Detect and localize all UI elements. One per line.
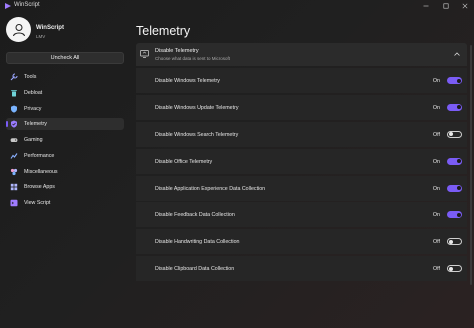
toggle-switch[interactable] xyxy=(447,103,462,111)
setting-row-office-telemetry: Disable Office Telemetry On xyxy=(136,148,467,174)
winscript-window: WinScript WinScript LMV Uncheck All Tool… xyxy=(0,0,474,328)
sidebar-item-telemetry[interactable]: Telemetry xyxy=(6,118,124,131)
maximize-button[interactable] xyxy=(436,0,456,12)
close-button[interactable] xyxy=(455,0,474,12)
puzzle-icon xyxy=(10,168,18,176)
toggle-switch[interactable] xyxy=(447,77,462,84)
sidebar-item-tools[interactable]: Tools xyxy=(6,71,124,83)
minimize-icon xyxy=(423,5,429,7)
trash-icon xyxy=(10,89,18,97)
setting-label: Disable Application Experience Data Coll… xyxy=(155,185,266,192)
section-header[interactable]: Disable Telemetry Choose what data is se… xyxy=(136,43,467,66)
setting-row-windows-telemetry: Disable Windows Telemetry On xyxy=(136,68,467,93)
sidebar-item-label: Miscellaneous xyxy=(24,168,58,175)
wrench-icon xyxy=(10,73,18,81)
setting-row-clipboard-data: Disable Clipboard Data Collection Off xyxy=(136,256,467,282)
setting-row-windows-search-telemetry: Disable Windows Search Telemetry Off xyxy=(136,121,467,147)
toggle-knob xyxy=(456,159,461,164)
settings-list: Disable Windows Telemetry On Disable Win… xyxy=(136,68,467,283)
setting-row-windows-update-telemetry: Disable Windows Update Telemetry On xyxy=(136,94,467,120)
sidebar-item-label: Telemetry xyxy=(24,121,47,128)
toggle-knob xyxy=(456,212,461,217)
sidebar-item-performance[interactable]: Performance xyxy=(6,150,124,162)
avatar[interactable] xyxy=(6,17,31,42)
toggle-knob xyxy=(456,105,461,110)
scrollbar[interactable] xyxy=(470,45,472,285)
setting-label: Disable Office Telemetry xyxy=(155,158,213,165)
toggle-knob xyxy=(456,78,461,83)
chevron-up-icon[interactable] xyxy=(453,50,461,58)
sidebar-item-label: Privacy xyxy=(24,105,42,112)
setting-label: Disable Handwriting Data Collection xyxy=(155,239,240,246)
toggle-state-text: On xyxy=(432,185,440,192)
page-title: Telemetry xyxy=(136,24,191,38)
sidebar-item-label: Performance xyxy=(24,152,55,159)
sidebar-item-label: Gaming xyxy=(24,137,43,143)
toggle-switch[interactable] xyxy=(447,184,462,192)
sidebar-item-privacy[interactable]: Privacy xyxy=(6,103,124,115)
toggle-state-text: Off xyxy=(433,239,440,246)
user-avatar-icon xyxy=(12,23,25,36)
setting-label: Disable Feedback Data Collection xyxy=(155,212,235,219)
monitor-icon xyxy=(140,50,149,58)
setting-label: Disable Clipboard Data Collection xyxy=(155,266,235,273)
sidebar-item-gaming[interactable]: Gaming xyxy=(6,134,124,146)
minimize-button[interactable] xyxy=(416,0,436,12)
telemetry-panel: Disable Telemetry Choose what data is se… xyxy=(136,43,467,290)
setting-label: Disable Windows Search Telemetry xyxy=(155,131,239,138)
maximize-icon xyxy=(443,3,449,9)
profile-name: WinScript xyxy=(36,25,64,31)
toggle-knob xyxy=(449,132,454,137)
shield-icon xyxy=(10,105,18,113)
sidebar-item-label: Browse Apps xyxy=(24,184,55,191)
toggle-switch[interactable] xyxy=(447,157,462,165)
terminal-icon xyxy=(10,199,18,207)
toggle-knob xyxy=(449,266,454,271)
setting-label: Disable Windows Telemetry xyxy=(155,78,220,84)
uncheck-all-button[interactable]: Uncheck All xyxy=(6,52,124,64)
sidebar-item-view-script[interactable]: View Script xyxy=(6,197,124,209)
sidebar-nav: Tools Debloat Privacy Telemetry Gaming P… xyxy=(6,71,124,213)
setting-row-feedback-data: Disable Feedback Data Collection On xyxy=(136,202,467,228)
title-bar: WinScript xyxy=(0,0,474,12)
sidebar-item-label: View Script xyxy=(24,200,51,206)
toggle-state-text: On xyxy=(432,104,440,111)
gauge-icon xyxy=(10,152,18,160)
toggle-state-text: On xyxy=(432,212,440,219)
section-subtitle: Choose what data is sent to Microsoft xyxy=(155,56,231,61)
app-logo-icon xyxy=(5,3,11,9)
toggle-switch[interactable] xyxy=(447,130,462,138)
toggle-state-text: On xyxy=(432,78,440,84)
sidebar-item-label: Tools xyxy=(24,74,37,80)
toggle-switch[interactable] xyxy=(447,265,462,273)
toggle-state-text: Off xyxy=(433,266,440,273)
toggle-knob xyxy=(449,239,454,244)
setting-row-handwriting-data: Disable Handwriting Data Collection Off xyxy=(136,229,467,255)
telemetry-shield-icon xyxy=(10,120,18,128)
toggle-state-text: Off xyxy=(433,131,440,138)
gamepad-icon xyxy=(10,136,18,144)
toggle-knob xyxy=(456,186,461,191)
window-title: WinScript xyxy=(14,2,40,8)
toggle-switch[interactable] xyxy=(447,211,462,219)
sidebar-item-debloat[interactable]: Debloat xyxy=(6,87,124,99)
section-title: Disable Telemetry xyxy=(155,48,199,54)
toggle-switch[interactable] xyxy=(447,238,462,246)
sidebar-item-miscellaneous[interactable]: Miscellaneous xyxy=(6,166,124,178)
apps-grid-icon xyxy=(10,183,18,191)
toggle-state-text: On xyxy=(432,158,440,165)
sidebar-item-label: Debloat xyxy=(24,89,43,96)
setting-label: Disable Windows Update Telemetry xyxy=(155,104,239,111)
sidebar-item-browse-apps[interactable]: Browse Apps xyxy=(6,181,124,193)
close-icon xyxy=(462,3,468,9)
profile-subtitle: LMV xyxy=(36,34,46,39)
setting-row-application-experience: Disable Application Experience Data Coll… xyxy=(136,175,467,201)
